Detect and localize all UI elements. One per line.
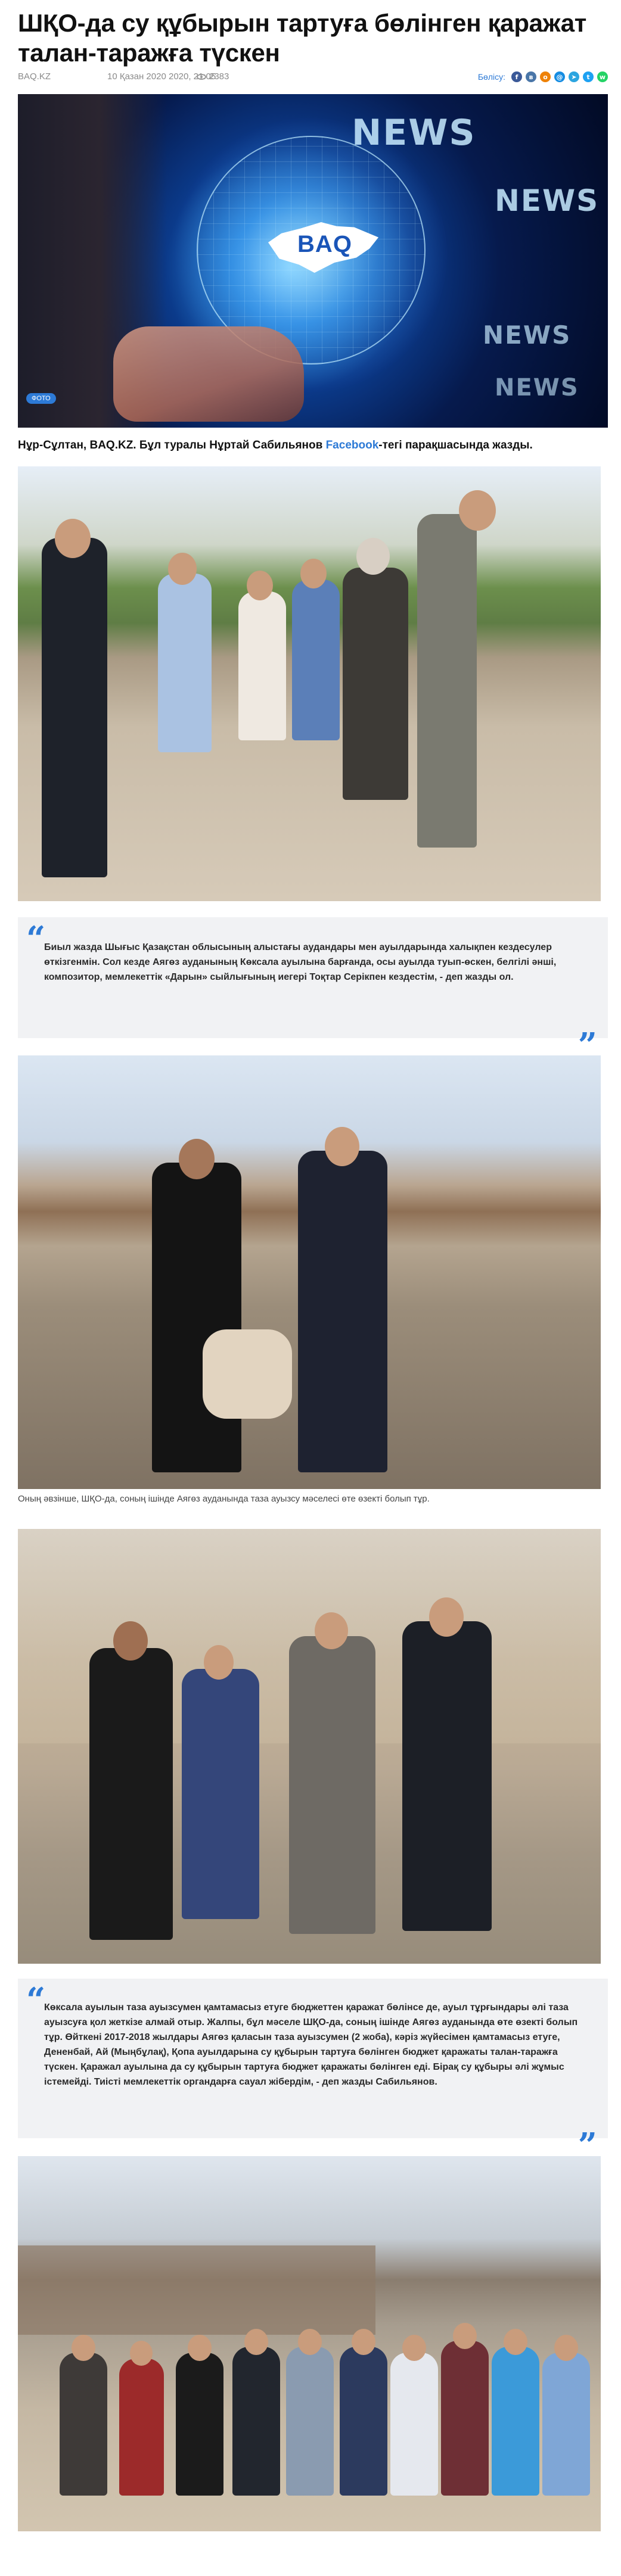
- hero-hand: [113, 326, 304, 422]
- person-head: [315, 1612, 348, 1649]
- mailru-icon[interactable]: @: [554, 71, 565, 82]
- lede-text-end: -тегі парақшасында жазды.: [378, 439, 533, 451]
- person-head: [352, 2329, 375, 2355]
- person-figure: [42, 538, 107, 877]
- person-head: [113, 1621, 148, 1661]
- photo-group-outside: [18, 2156, 601, 2531]
- person-figure: [340, 2347, 387, 2496]
- article-title: ШҚО-да су құбырын тартуға бөлінген қараж…: [18, 9, 587, 67]
- person-figure: [417, 514, 477, 848]
- odnoklassniki-icon[interactable]: o: [540, 71, 551, 82]
- person-head: [188, 2335, 212, 2361]
- person-head: [179, 1139, 215, 1179]
- news-word-4: NEWS: [495, 374, 579, 401]
- person-figure: [289, 1636, 375, 1934]
- person-figure: [60, 2353, 107, 2496]
- twitter-icon[interactable]: t: [583, 71, 594, 82]
- quote-open-icon: “: [26, 1980, 46, 2020]
- person-figure: [292, 580, 340, 740]
- person-head: [168, 553, 197, 585]
- share-label: Бөлісу:: [477, 72, 505, 82]
- person-figure: [89, 1648, 173, 1940]
- person-figure: [286, 2347, 334, 2496]
- person-figure: [158, 574, 212, 752]
- photo-badge: ФОТО: [26, 393, 56, 404]
- news-word-2: NEWS: [495, 183, 600, 218]
- building: [18, 2245, 375, 2335]
- person-figure: [298, 1151, 387, 1472]
- dog-figure: [203, 1329, 292, 1419]
- eye-icon: [197, 74, 206, 80]
- person-figure: [390, 2353, 438, 2496]
- person-head: [247, 571, 273, 600]
- photo-group-meeting: [18, 466, 601, 901]
- person-head: [402, 2335, 426, 2361]
- share-bar: Бөлісу: f в o @ ➤ t w: [478, 70, 608, 83]
- person-head: [130, 2341, 153, 2366]
- person-head: [356, 538, 390, 575]
- news-word-3: NEWS: [483, 320, 572, 350]
- person-head: [204, 1645, 234, 1680]
- person-head: [55, 519, 91, 558]
- person-figure: [492, 2347, 539, 2496]
- whatsapp-icon[interactable]: w: [597, 71, 608, 82]
- person-head: [554, 2335, 578, 2361]
- person-figure: [119, 2359, 164, 2496]
- article-page: ШҚО-да су құбырын тартуға бөлінген қараж…: [0, 0, 621, 2576]
- person-head: [453, 2323, 477, 2349]
- vk-icon[interactable]: в: [526, 71, 536, 82]
- photo-with-elders: [18, 1529, 601, 1964]
- photo-caption: Оның əвзінше, ШҚО-да, соның ішінде Аягөз…: [18, 1494, 430, 1504]
- person-head: [300, 559, 327, 588]
- photo-with-dog: [18, 1055, 601, 1489]
- source-label[interactable]: BAQ.KZ: [18, 71, 51, 82]
- hero-logo-text: BAQ: [297, 231, 352, 257]
- person-figure: [441, 2341, 489, 2496]
- person-head: [72, 2335, 95, 2361]
- person-head: [429, 1597, 464, 1637]
- person-figure: [232, 2347, 280, 2496]
- person-figure: [402, 1621, 492, 1931]
- article-lede: Нұр-Сұлтан, BAQ.KZ. Бұл туралы Нұртай Са…: [18, 438, 608, 453]
- person-head: [325, 1127, 359, 1166]
- hero-image: BAQ NEWS NEWS NEWS NEWS ФОТО: [18, 94, 608, 428]
- person-figure: [343, 568, 408, 800]
- facebook-icon[interactable]: f: [511, 71, 522, 82]
- quote-open-icon: “: [26, 919, 46, 958]
- quote-text-1: Биыл жазда Шығыс Қазақстан облысының алы…: [44, 942, 557, 982]
- person-head: [298, 2329, 322, 2355]
- views-value: 2383: [209, 71, 229, 82]
- person-figure: [182, 1669, 259, 1919]
- person-figure: [152, 1163, 241, 1472]
- lede-text-start: Нұр-Сұлтан, BAQ.KZ. Бұл туралы Нұртай Са…: [18, 439, 326, 451]
- views-count: 2383: [197, 71, 229, 82]
- quote-text-2: Көксала ауылын таза ауызсумен қамтамасыз…: [44, 2002, 578, 2087]
- person-figure: [238, 591, 286, 740]
- telegram-icon[interactable]: ➤: [569, 71, 579, 82]
- person-figure: [176, 2353, 223, 2496]
- quote-block-2: “ Көксала ауылын таза ауызсумен қамтамас…: [18, 1979, 608, 2162]
- facebook-link[interactable]: Facebook: [326, 439, 379, 451]
- quote-block-1: “ Биыл жазда Шығыс Қазақстан облысының а…: [18, 917, 608, 1062]
- news-word-1: NEWS: [352, 112, 476, 154]
- person-head: [504, 2329, 527, 2355]
- article-meta: BAQ.KZ 10 Қазан 2020 2020, 21:05 2383 Бө…: [18, 70, 608, 83]
- person-head: [244, 2329, 268, 2355]
- person-head: [459, 490, 496, 531]
- person-figure: [542, 2353, 590, 2496]
